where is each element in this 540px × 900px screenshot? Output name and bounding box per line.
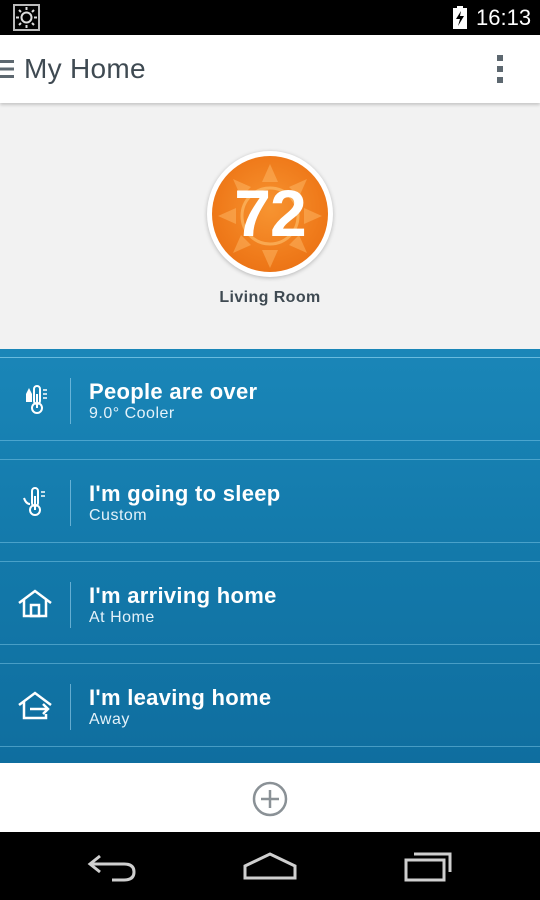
scene-divider [70, 684, 71, 730]
thermometer-sleep-icon [23, 487, 45, 516]
battery-charging-icon [453, 6, 467, 29]
scene-name: I'm going to sleep [89, 481, 281, 506]
page-title: My Home [24, 53, 146, 84]
scene-item-going-to-sleep[interactable]: I'm going to sleep Custom [0, 459, 540, 543]
add-scene-bar [0, 763, 540, 832]
house-icon [18, 589, 52, 618]
thermostat-dial[interactable]: 72 [207, 151, 333, 277]
back-icon[interactable] [86, 848, 138, 884]
status-bar: 16:13 [0, 0, 540, 35]
scene-item-people-over[interactable]: People are over 9.0° Cooler [0, 357, 540, 441]
scene-item-arriving-home[interactable]: I'm arriving home At Home [0, 561, 540, 645]
system-nav-bar [0, 832, 540, 900]
notification-icon [13, 4, 40, 31]
thermostat-dial-face: 72 [212, 156, 328, 272]
scene-divider [70, 582, 71, 628]
thermostat-area: 72 Living Room [0, 103, 540, 349]
overflow-menu-icon[interactable] [494, 53, 506, 85]
scene-detail: 9.0° Cooler [89, 405, 175, 422]
scene-item-leaving-home[interactable]: I'm leaving home Away [0, 663, 540, 747]
scene-name: I'm arriving home [89, 583, 277, 608]
house-leave-icon [18, 691, 52, 720]
add-circle-icon[interactable] [252, 781, 288, 817]
scene-detail: Custom [89, 507, 148, 524]
current-temperature: 72 [234, 176, 306, 250]
home-icon[interactable] [242, 848, 298, 884]
hamburger-menu-icon[interactable] [0, 59, 14, 79]
scene-detail: At Home [89, 609, 155, 626]
scene-divider [70, 378, 71, 424]
thermometer-people-icon [26, 385, 47, 414]
scene-divider [70, 480, 71, 526]
status-clock: 16:13 [476, 5, 532, 30]
app-header: My Home [0, 35, 540, 103]
scene-name: I'm leaving home [89, 685, 272, 710]
recent-apps-icon[interactable] [402, 848, 454, 884]
room-label: Living Room [219, 289, 321, 306]
scene-name: People are over [89, 379, 258, 404]
scene-detail: Away [89, 711, 130, 728]
